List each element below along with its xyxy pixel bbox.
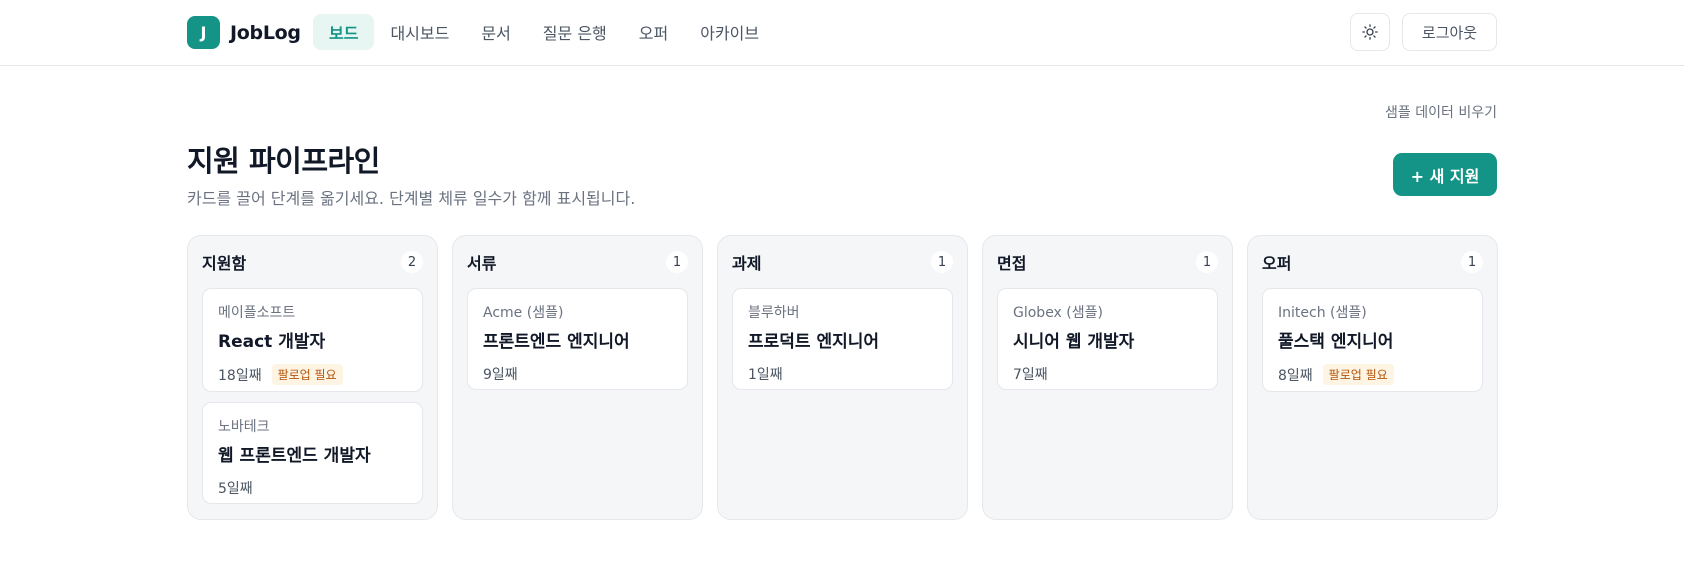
column-title: 과제 [732,254,762,273]
card-days: 9일째 [483,367,518,383]
application-card[interactable]: Initech (샘플) 풀스택 엔지니어 8일째 팔로업 필요 [1262,288,1483,392]
card-days: 5일째 [218,481,253,497]
logout-button[interactable]: 로그아웃 [1402,13,1497,51]
column-header: 지원함 2 [202,250,423,274]
clear-sample-data-link[interactable]: 샘플 데이터 비우기 [1385,102,1497,122]
main-nav: 보드 대시보드 문서 질문 은행 오퍼 아카이브 [313,14,775,50]
card-days: 18일째 [218,367,262,384]
logo-icon: J [187,16,220,49]
card-meta: 8일째 팔로업 필요 [1278,364,1468,385]
card-days: 7일째 [1013,367,1048,383]
column-header: 면접 1 [997,250,1218,274]
nav-item-question-bank[interactable]: 질문 은행 [527,14,623,50]
card-role: 시니어 웹 개발자 [1013,332,1135,352]
column-offer[interactable]: 오퍼 1 Initech (샘플) 풀스택 엔지니어 8일째 팔로업 필요 [1247,235,1498,520]
page-title: 지원 파이프라인 [187,144,380,178]
page-subtitle: 카드를 끌어 단계를 옮기세요. 단계별 체류 일수가 함께 표시됩니다. [187,189,636,208]
column-count-badge: 1 [666,251,688,273]
followup-badge: 팔로업 필요 [1322,364,1394,385]
card-role: 프로덕트 엔지니어 [748,332,880,352]
nav-item-offers[interactable]: 오퍼 [623,14,684,50]
column-count-badge: 1 [1461,251,1483,273]
column-title: 면접 [997,254,1027,273]
card-company: Acme (샘플) [483,305,564,321]
brand[interactable]: J JobLog [187,16,301,49]
application-card[interactable]: 메이플소프트 React 개발자 18일째 팔로업 필요 [202,288,423,392]
card-meta: 9일째 [483,364,673,384]
column-assignment[interactable]: 과제 1 블루하버 프로덕트 엔지니어 1일째 [717,235,968,520]
application-card[interactable]: 블루하버 프로덕트 엔지니어 1일째 [732,288,953,390]
card-role: 풀스택 엔지니어 [1278,332,1394,352]
card-role: 프론트엔드 엔지니어 [483,332,630,352]
column-applied[interactable]: 지원함 2 메이플소프트 React 개발자 18일째 팔로업 필요 노바테크 … [187,235,438,520]
pipeline-board: 지원함 2 메이플소프트 React 개발자 18일째 팔로업 필요 노바테크 … [187,235,1498,520]
card-days: 1일째 [748,367,783,383]
card-company: Initech (샘플) [1278,305,1367,321]
column-header: 과제 1 [732,250,953,274]
nav-item-board[interactable]: 보드 [313,14,375,50]
application-card[interactable]: 노바테크 웹 프론트엔드 개발자 5일째 [202,402,423,504]
card-company: Globex (샘플) [1013,305,1103,321]
top-nav-bar: J JobLog 보드 대시보드 문서 질문 은행 오퍼 아카이브 로그아웃 [0,0,1684,66]
card-meta: 18일째 팔로업 필요 [218,364,408,385]
application-card[interactable]: Globex (샘플) 시니어 웹 개발자 7일째 [997,288,1218,390]
application-card[interactable]: Acme (샘플) 프론트엔드 엔지니어 9일째 [467,288,688,390]
new-application-button[interactable]: + 새 지원 [1393,153,1497,196]
column-count-badge: 1 [931,251,953,273]
nav-item-archive[interactable]: 아카이브 [684,14,775,50]
nav-item-dashboard[interactable]: 대시보드 [374,14,465,50]
column-header: 오퍼 1 [1262,250,1483,274]
followup-badge: 팔로업 필요 [271,364,343,385]
column-title: 지원함 [202,254,247,273]
card-meta: 5일째 [218,478,408,498]
card-meta: 1일째 [748,364,938,384]
theme-toggle-button[interactable] [1350,13,1390,51]
sun-icon [1362,24,1378,40]
column-count-badge: 2 [401,251,423,273]
column-interview[interactable]: 면접 1 Globex (샘플) 시니어 웹 개발자 7일째 [982,235,1233,520]
brand-name: JobLog [230,21,301,44]
column-header: 서류 1 [467,250,688,274]
card-days: 8일째 [1278,367,1313,384]
card-company: 블루하버 [748,305,800,321]
column-count-badge: 1 [1196,251,1218,273]
column-title: 오퍼 [1262,254,1292,273]
nav-item-documents[interactable]: 문서 [465,14,526,50]
card-meta: 7일째 [1013,364,1203,384]
card-company: 노바테크 [218,419,270,435]
card-role: 웹 프론트엔드 개발자 [218,446,371,466]
column-documents[interactable]: 서류 1 Acme (샘플) 프론트엔드 엔지니어 9일째 [452,235,703,520]
card-role: React 개발자 [218,332,326,352]
card-company: 메이플소프트 [218,305,296,321]
column-title: 서류 [467,254,497,273]
